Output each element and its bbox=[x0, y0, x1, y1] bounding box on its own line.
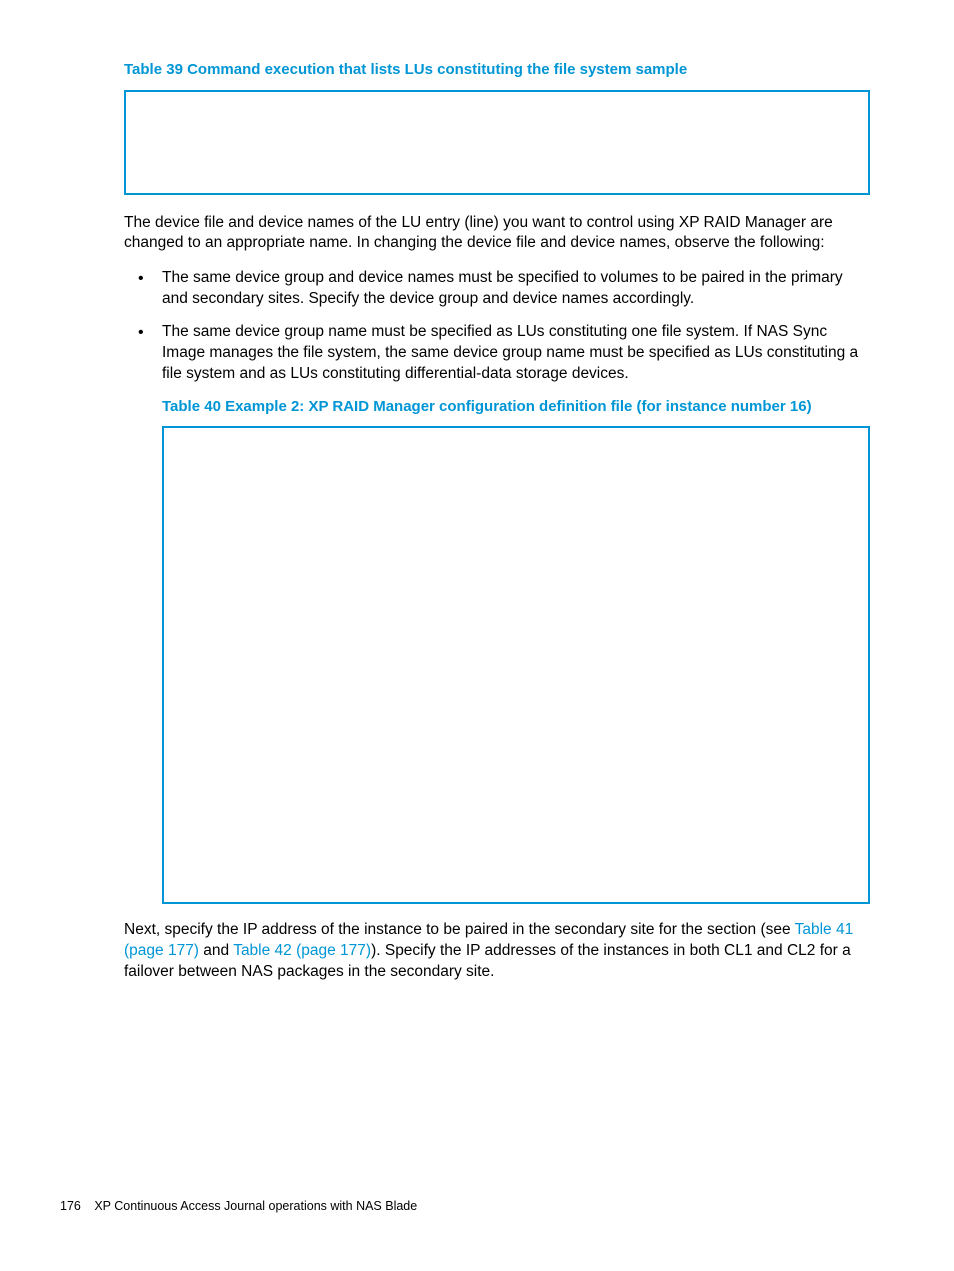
footer-section-title: XP Continuous Access Journal operations … bbox=[94, 1199, 417, 1213]
table40-caption: Table 40 Example 2: XP RAID Manager conf… bbox=[162, 397, 870, 417]
bullet-item-2: The same device group name must be speci… bbox=[124, 322, 870, 385]
page-number: 176 bbox=[60, 1199, 81, 1213]
link-table42[interactable]: Table 42 (page 177) bbox=[233, 942, 371, 959]
closing-text-mid: and bbox=[199, 942, 233, 959]
closing-text-pre: Next, specify the IP address of the inst… bbox=[124, 921, 795, 938]
closing-paragraph: Next, specify the IP address of the inst… bbox=[124, 920, 870, 983]
table39-box bbox=[124, 90, 870, 195]
table40-block: Table 40 Example 2: XP RAID Manager conf… bbox=[162, 397, 870, 905]
table39-caption: Table 39 Command execution that lists LU… bbox=[124, 60, 870, 80]
bullet-item-1: The same device group and device names m… bbox=[124, 268, 870, 310]
page-footer: 176 XP Continuous Access Journal operati… bbox=[60, 1199, 417, 1213]
bullet-list: The same device group and device names m… bbox=[124, 268, 870, 385]
table40-box bbox=[162, 426, 870, 904]
intro-paragraph: The device file and device names of the … bbox=[124, 213, 870, 255]
page: Table 39 Command execution that lists LU… bbox=[0, 0, 954, 1271]
